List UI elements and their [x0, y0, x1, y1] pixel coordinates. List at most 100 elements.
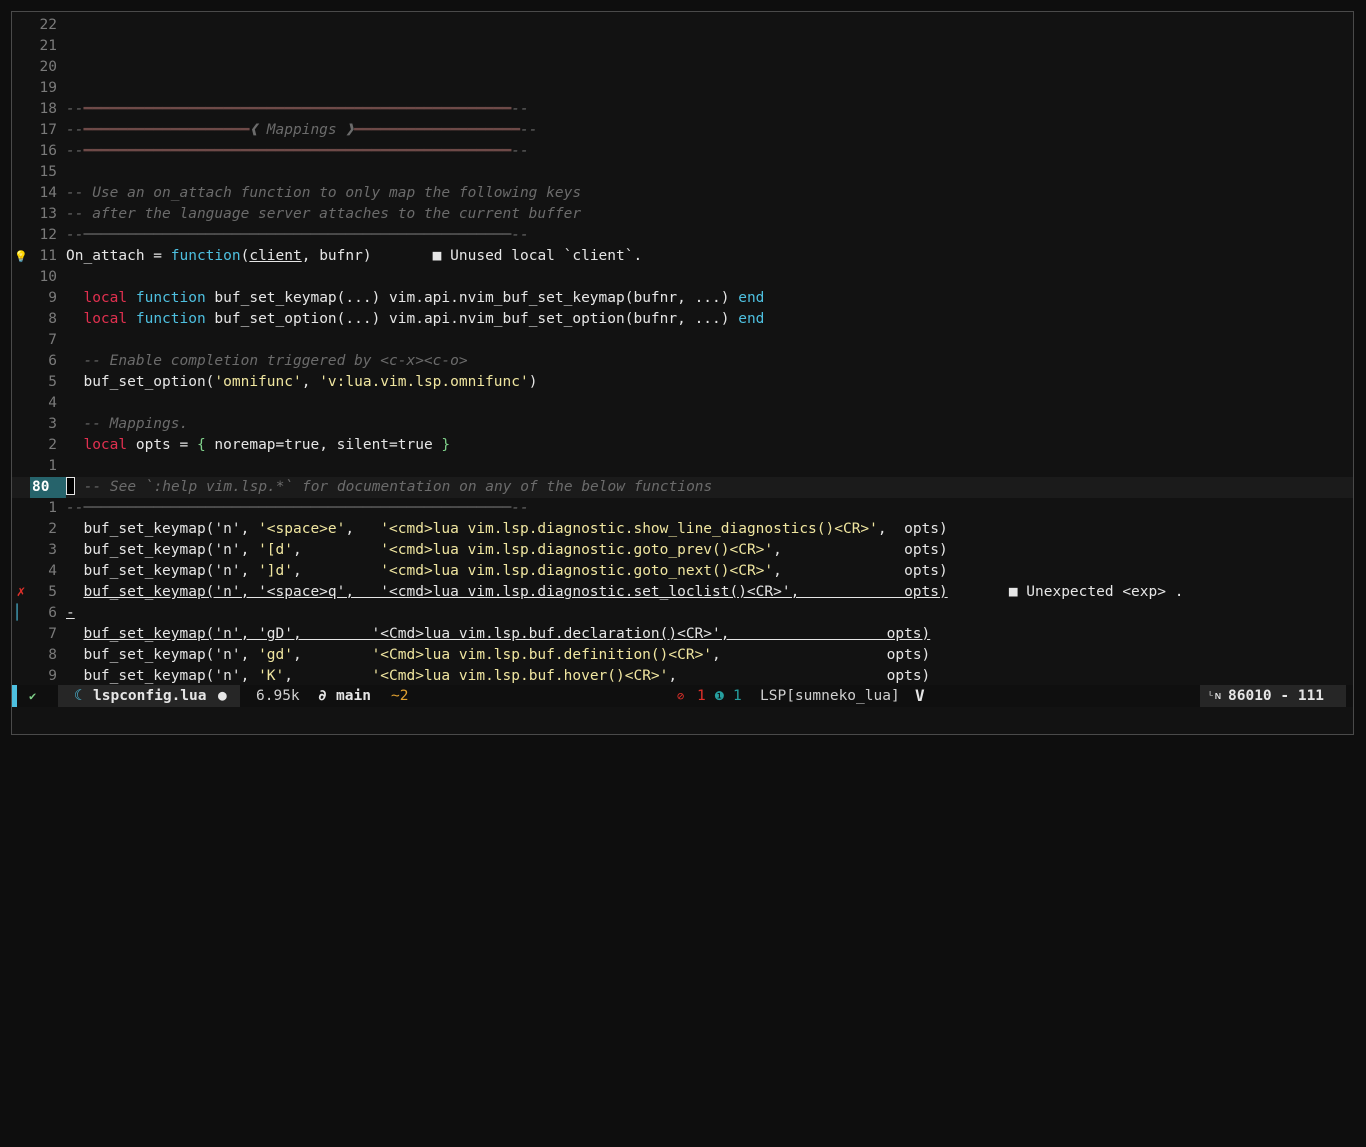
line-content[interactable]: -- See `:help vim.lsp.*` for documentati… — [66, 477, 712, 498]
line-number: 4 — [48, 395, 57, 411]
line-number: 3 — [48, 416, 57, 432]
token: -- — [511, 143, 529, 159]
lsp-client: LSP[sumneko_lua] — [760, 688, 900, 704]
line-content[interactable]: buf_set_keymap('n', '<space>e', '<cmd>lu… — [66, 519, 947, 540]
token: ) — [528, 374, 538, 390]
line-content[interactable]: buf_set_keymap('n', 'K', '<Cmd>lua vim.l… — [66, 666, 930, 687]
filename[interactable]: lspconfig.lua — [93, 685, 207, 707]
code-line[interactable]: 7 — [12, 330, 1353, 351]
error-sign-icon[interactable]: ✗ — [12, 582, 30, 603]
line-content[interactable]: -- after the language server attaches to… — [66, 204, 581, 225]
code-line[interactable]: 2 local opts = { noremap=true, silent=tr… — [12, 435, 1353, 456]
code-line[interactable]: 3 -- Mappings. — [12, 414, 1353, 435]
vim-logo-icon: V — [915, 686, 925, 705]
line-content[interactable]: local opts = { noremap=true, silent=true… — [66, 435, 450, 456]
error-count[interactable]: 1 — [697, 685, 706, 707]
editor-buffer[interactable]: 22 21 20 19 18 --━━━━━━━━━━━━━━━━━━━━━━━━━━━━… — [12, 15, 1353, 685]
code-line[interactable]: 20 — [12, 57, 1353, 78]
code-line[interactable]: 15 — [12, 162, 1353, 183]
line-content[interactable]: local function buf_set_option(...) vim.a… — [66, 309, 764, 330]
code-line[interactable]: 3 buf_set_keymap('n', '[d', '<cmd>lua vi… — [12, 540, 1353, 561]
code-line[interactable]: 21 — [12, 36, 1353, 57]
line-content[interactable]: buf_set_keymap('n', '<space>q', '<cmd>lu… — [66, 582, 1183, 603]
code-line[interactable]: 9 buf_set_keymap('n', 'K', '<Cmd>lua vim… — [12, 666, 1353, 687]
git-branch-icon: ∂ — [318, 688, 327, 704]
line-content[interactable]: - — [66, 603, 75, 624]
token: buf_set_keymap('n', — [66, 521, 259, 537]
code-line[interactable]: 6 -- Enable completion triggered by <c-x… — [12, 351, 1353, 372]
line-number: 4 — [48, 563, 57, 579]
token: ━━━━━━━━━━━━━━━━━━━ — [354, 122, 520, 138]
token: local — [83, 437, 128, 453]
line-content[interactable]: -- Mappings. — [66, 414, 188, 435]
git-change-sign-icon[interactable]: ▏ — [12, 603, 30, 624]
line-content[interactable]: On_attach = function(client, bufnr) ■ Un… — [66, 246, 642, 267]
info-count[interactable]: 1 — [733, 685, 742, 707]
code-line[interactable]: 5 buf_set_option('omnifunc', 'v:lua.vim.… — [12, 372, 1353, 393]
code-line[interactable]: 1 — [12, 456, 1353, 477]
code-line[interactable]: 8 buf_set_keymap('n', 'gd', '<Cmd>lua vi… — [12, 645, 1353, 666]
token: -- See `:help vim.lsp.*` for documentati… — [75, 479, 713, 495]
token: ━━━━━━━━━━━━━━━━━━━━━━━━━━━━━━━━━━━━━━━━… — [83, 101, 512, 117]
code-line[interactable]: 4 — [12, 393, 1353, 414]
modified-indicator: ● — [218, 688, 227, 704]
code-line[interactable]: 13 -- after the language server attaches … — [12, 204, 1353, 225]
code-line[interactable]: 14 -- Use an on_attach function to only m… — [12, 183, 1353, 204]
token: opts = — [127, 437, 197, 453]
line-number: 80 — [30, 477, 66, 498]
line-content[interactable]: buf_set_option('omnifunc', 'v:lua.vim.ls… — [66, 372, 537, 393]
code-line[interactable]: 8 local function buf_set_option(...) vim… — [12, 309, 1353, 330]
token: buf_set_keymap('n', — [66, 542, 259, 558]
line-content[interactable]: --──────────────────────────────────────… — [66, 498, 529, 519]
line-content[interactable]: buf_set_keymap('n', 'gD', '<Cmd>lua vim.… — [66, 624, 930, 645]
token: end — [738, 290, 765, 306]
current-line[interactable]: 80 -- See `:help vim.lsp.*` for document… — [12, 477, 1353, 498]
code-line[interactable]: 10 — [12, 267, 1353, 288]
code-line[interactable]: ▏ 6- — [12, 603, 1353, 624]
token: , — [301, 374, 320, 390]
line-number: 8 — [48, 311, 57, 327]
line-content[interactable]: --━━━━━━━━━━━━━━━━━━━❰ Mappings ❱━━━━━━━… — [66, 120, 537, 141]
line-content[interactable]: buf_set_keymap('n', '[d', '<cmd>lua vim.… — [66, 540, 947, 561]
token: '<Cmd>lua vim.lsp.buf.definition()<CR>' — [371, 647, 713, 663]
code-line[interactable]: 2 buf_set_keymap('n', '<space>e', '<cmd>… — [12, 519, 1353, 540]
line-number: 6 — [48, 353, 57, 369]
token: -- — [66, 143, 84, 159]
token: - — [66, 605, 75, 621]
code-line[interactable]: 💡 11 On_attach = function(client, bufnr) ■… — [12, 246, 1353, 267]
code-line[interactable]: 7 buf_set_keymap('n', 'gD', '<Cmd>lua vi… — [12, 624, 1353, 645]
token: '<cmd>lua vim.lsp.diagnostic.show_line_d… — [380, 521, 878, 537]
token: -- — [66, 101, 84, 117]
line-content[interactable]: -- Use an on_attach function to only map… — [66, 183, 581, 204]
code-line[interactable]: 1 --─────────────────────────────────────… — [12, 498, 1353, 519]
code-line[interactable]: 17 --━━━━━━━━━━━━━━━━━━━❰ Mappings ❱━━━━━… — [12, 120, 1353, 141]
code-line[interactable]: 4 buf_set_keymap('n', ']d', '<cmd>lua vi… — [12, 561, 1353, 582]
token: ❰ Mappings ❱ — [249, 122, 355, 138]
lightbulb-icon[interactable]: 💡 — [12, 246, 30, 267]
line-content[interactable]: local function buf_set_keymap(...) vim.a… — [66, 288, 764, 309]
line-content[interactable]: -- Enable completion triggered by <c-x><… — [66, 351, 467, 372]
git-branch[interactable]: main — [336, 685, 371, 707]
diagnostic-hint: ■ Unused local `client`. — [371, 248, 643, 264]
line-content[interactable]: buf_set_keymap('n', 'gd', '<Cmd>lua vim.… — [66, 645, 930, 666]
code-line[interactable]: 22 — [12, 15, 1353, 36]
token: function — [135, 290, 206, 306]
code-line[interactable]: 19 — [12, 78, 1353, 99]
code-line[interactable]: 18 --━━━━━━━━━━━━━━━━━━━━━━━━━━━━━━━━━━━━… — [12, 99, 1353, 120]
text-cursor — [66, 477, 75, 495]
line-content[interactable]: --━━━━━━━━━━━━━━━━━━━━━━━━━━━━━━━━━━━━━━… — [66, 99, 529, 120]
code-line[interactable]: ✗ 5 buf_set_keymap('n', '<space>q', '<cmd… — [12, 582, 1353, 603]
line-content[interactable]: --──────────────────────────────────────… — [66, 225, 529, 246]
code-line[interactable]: 9 local function buf_set_keymap(...) vim… — [12, 288, 1353, 309]
code-line[interactable]: 12 --────────────────────────────────────… — [12, 225, 1353, 246]
code-line[interactable]: 16 --━━━━━━━━━━━━━━━━━━━━━━━━━━━━━━━━━━━━… — [12, 141, 1353, 162]
line-number-icon: ᴸɴ — [1208, 689, 1222, 702]
token: buf_set_keymap('n', 'gD', '<Cmd>lua vim.… — [83, 626, 931, 642]
token: , — [345, 521, 381, 537]
token: client — [249, 248, 302, 264]
token: '[d' — [258, 542, 293, 558]
line-content[interactable]: --━━━━━━━━━━━━━━━━━━━━━━━━━━━━━━━━━━━━━━… — [66, 141, 529, 162]
line-content[interactable]: buf_set_keymap('n', ']d', '<cmd>lua vim.… — [66, 561, 947, 582]
